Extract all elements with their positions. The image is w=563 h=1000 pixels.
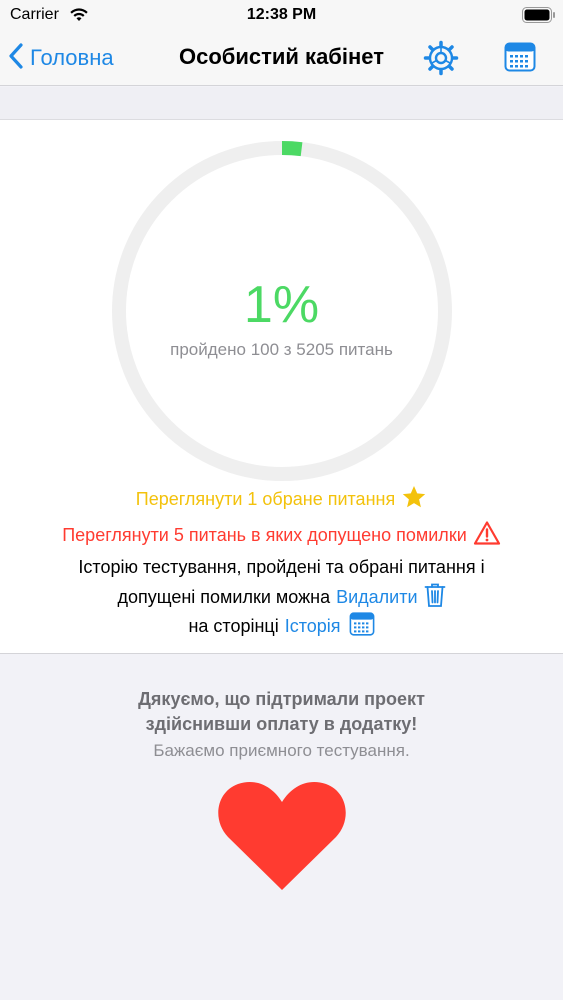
navigation-bar: Головна Особистий кабінет	[0, 30, 563, 86]
battery-icon	[522, 7, 556, 28]
errors-link[interactable]: Переглянути 5 питань в яких допущено пом…	[0, 520, 563, 551]
thanks-subtitle: Бажаємо приємного тестування.	[153, 741, 410, 760]
heart-icon	[218, 780, 346, 897]
warning-icon	[473, 520, 501, 551]
progress-card: 1% пройдено 100 з 5205 питань Переглянут…	[0, 120, 563, 654]
progress-summary: пройдено 100 з 5205 питань	[170, 340, 393, 359]
progress-percent: 1%	[243, 276, 320, 334]
star-icon	[401, 484, 427, 515]
favorites-link-label: Переглянути 1 обране питання	[135, 489, 396, 509]
status-bar: Carrier 12:38 PM	[0, 0, 563, 30]
history-info-text-3: на сторінці	[188, 616, 279, 636]
clock-label: 12:38 PM	[246, 6, 317, 23]
calendar-icon[interactable]	[504, 42, 536, 77]
history-link[interactable]: Історія	[285, 616, 341, 637]
favorites-link[interactable]: Переглянути 1 обране питання	[0, 484, 563, 515]
history-info-line-1: Історію тестування, пройдені та обрані п…	[0, 557, 563, 578]
thanks-heading-line-2: здійснивши оплату в додатку!	[145, 714, 418, 734]
history-info-line-3: на сторінці Історія	[0, 612, 563, 641]
trash-icon[interactable]	[424, 582, 446, 613]
history-info-text-1: Історію тестування, пройдені та обрані п…	[78, 557, 485, 577]
thanks-heading-line-1: Дякуємо, що підтримали проект	[138, 689, 425, 709]
history-info-line-2: допущені помилки можна Видалити	[0, 582, 563, 613]
errors-link-label: Переглянути 5 питань в яких допущено пом…	[62, 525, 467, 545]
page-title: Особистий кабінет	[178, 44, 385, 69]
calendar-icon[interactable]	[349, 612, 375, 641]
history-info-text-2: допущені помилки можна	[117, 587, 331, 607]
section-separator	[0, 87, 563, 120]
settings-gear-icon[interactable]	[423, 40, 459, 81]
delete-link[interactable]: Видалити	[336, 587, 417, 608]
